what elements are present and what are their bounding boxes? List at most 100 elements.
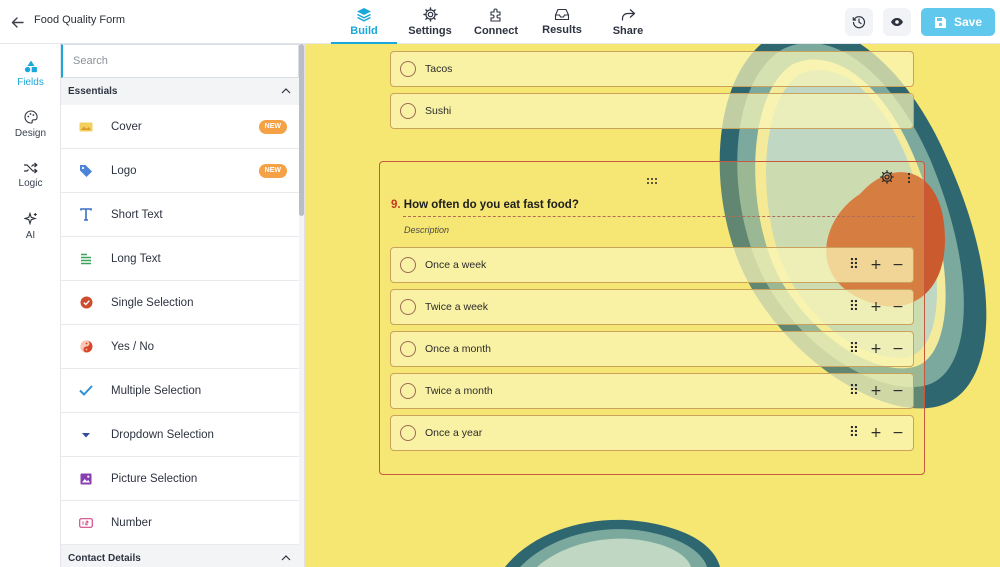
tab-label: Build [350,25,378,37]
option-radio[interactable] [400,299,416,315]
section-essentials[interactable]: Essentials [61,78,299,104]
tab-settings[interactable]: Settings [397,0,463,44]
drag-handle-icon[interactable]: ⠿ [849,383,859,399]
option-radio[interactable] [400,341,416,357]
option-label: Once a year [425,427,483,439]
field-label: Single Selection [111,296,194,309]
option-radio[interactable] [400,383,416,399]
checkmark-icon [61,385,111,396]
option-radio[interactable] [400,61,416,77]
field-item-number[interactable]: Number [61,501,299,545]
field-label: Dropdown Selection [111,428,214,441]
sparkles-icon [23,212,37,226]
form-canvas: Tacos Sushi 9. How often do you eat fast… [305,44,1000,567]
field-item-picture-selection[interactable]: Picture Selection [61,457,299,501]
option-row[interactable]: Once a week ⠿ + − [390,247,914,283]
field-label: Number [111,516,152,529]
field-item-single-selection[interactable]: Single Selection [61,281,299,325]
fields-panel: Essentials Cover NEW Logo NEW Short Text… [61,44,305,567]
option-row[interactable]: Tacos [390,51,914,87]
rail-item-label: AI [25,230,36,241]
floppy-disk-icon [934,16,946,28]
option-radio[interactable] [400,257,416,273]
field-item-cover[interactable]: Cover NEW [61,105,299,149]
preview-button[interactable] [883,8,911,36]
gear-icon[interactable] [880,170,894,189]
tab-share[interactable]: Share [595,0,661,44]
share-arrow-icon [621,8,636,20]
rail-item-logic[interactable]: Logic [0,150,61,201]
option-label: Once a month [425,343,491,355]
field-label: Cover [111,120,142,133]
drag-handle-icon[interactable]: ⠿ [849,299,859,315]
option-radio[interactable] [400,103,416,119]
section-title: Essentials [68,85,118,97]
add-option-button[interactable]: + [870,383,882,399]
chevron-up-icon[interactable] [281,555,291,561]
drag-handle-icon[interactable]: ⠿ [849,257,859,273]
main-tabs: Build Settings Connect Results Share [331,0,661,44]
search-input[interactable] [61,44,299,78]
remove-option-button[interactable]: − [892,299,904,315]
add-option-button[interactable]: + [870,425,882,441]
remove-option-button[interactable]: − [892,257,904,273]
save-button[interactable]: Save [921,8,995,36]
option-row[interactable]: Once a month ⠿ + − [390,331,914,367]
field-label: Long Text [111,252,161,265]
section-title: Contact Details [68,552,141,564]
more-vertical-icon[interactable] [907,171,911,189]
panel-scrollbar[interactable] [299,44,304,216]
drag-handle-icon[interactable] [646,172,658,190]
field-label: Short Text [111,208,163,221]
field-item-long-text[interactable]: Long Text [61,237,299,281]
add-option-button[interactable]: + [870,299,882,315]
tab-label: Connect [474,25,518,37]
tab-connect[interactable]: Connect [463,0,529,44]
paragraph-lines-icon [61,253,111,265]
rail-item-fields[interactable]: Fields [0,48,61,99]
chevron-up-icon[interactable] [281,88,291,94]
remove-option-button[interactable]: − [892,383,904,399]
field-label: Picture Selection [111,472,198,485]
field-item-short-text[interactable]: Short Text [61,193,299,237]
option-row[interactable]: Twice a month ⠿ + − [390,373,914,409]
field-list: Cover NEW Logo NEW Short Text Long Text … [61,105,299,545]
history-button[interactable] [845,8,873,36]
question-title[interactable]: 9. How often do you eat fast food? [391,199,579,211]
tab-build[interactable]: Build [331,0,397,44]
add-option-button[interactable]: + [870,341,882,357]
remove-option-button[interactable]: − [892,341,904,357]
option-row[interactable]: Once a year ⠿ + − [390,415,914,451]
option-tools: ⠿ + − [849,299,904,315]
field-item-dropdown-selection[interactable]: Dropdown Selection [61,413,299,457]
form-title: Food Quality Form [34,14,126,26]
rail-item-label: Logic [18,178,43,189]
check-circle-icon [61,296,111,309]
field-item-logo[interactable]: Logo NEW [61,149,299,193]
rail-item-design[interactable]: Design [0,99,61,150]
new-badge: NEW [258,164,287,178]
field-label: Multiple Selection [111,384,202,397]
option-row[interactable]: Twice a week ⠿ + − [390,289,914,325]
section-contact-details[interactable]: Contact Details [61,545,299,567]
shuffle-icon [24,162,38,174]
rail-item-ai[interactable]: AI [0,201,61,252]
drag-handle-icon[interactable]: ⠿ [849,341,859,357]
remove-option-button[interactable]: − [892,425,904,441]
rail-item-label: Design [14,128,47,139]
layers-icon [357,8,371,22]
drag-handle-icon[interactable]: ⠿ [849,425,859,441]
field-item-yes-no[interactable]: Yes / No [61,325,299,369]
tab-label: Settings [408,25,452,37]
field-item-multiple-selection[interactable]: Multiple Selection [61,369,299,413]
option-row[interactable]: Sushi [390,93,914,129]
option-radio[interactable] [400,425,416,441]
tab-results[interactable]: Results [529,0,595,44]
question-description[interactable]: Description [404,225,449,235]
option-tools: ⠿ + − [849,425,904,441]
arrow-left-icon[interactable] [8,11,26,33]
cover-image-icon [61,122,111,132]
option-label: Twice a month [425,385,493,397]
puzzle-icon [489,8,501,22]
add-option-button[interactable]: + [870,257,882,273]
